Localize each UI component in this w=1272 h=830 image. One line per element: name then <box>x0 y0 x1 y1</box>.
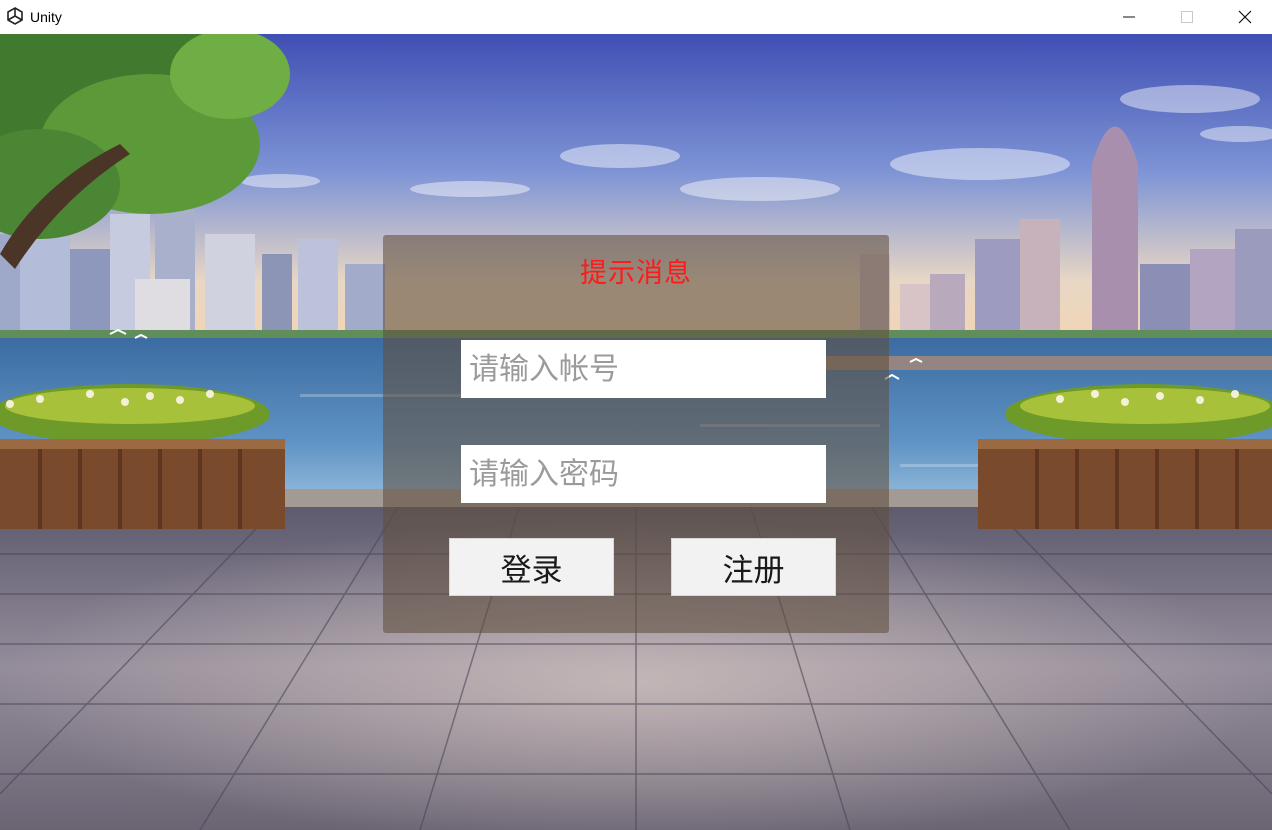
panel-title: 提示消息 <box>580 258 692 289</box>
window-title-bar[interactable]: Unity <box>0 0 1272 34</box>
close-icon <box>1238 10 1252 24</box>
maximize-icon <box>1181 11 1193 23</box>
window-title: Unity <box>30 9 62 25</box>
login-panel: 提示消息 登录 注册 <box>383 235 889 633</box>
minimize-icon <box>1123 16 1135 18</box>
login-button[interactable]: 登录 <box>449 538 614 596</box>
minimize-button[interactable] <box>1100 0 1158 34</box>
game-viewport[interactable]: 提示消息 登录 注册 <box>0 34 1272 830</box>
password-input[interactable] <box>461 445 826 503</box>
register-button[interactable]: 注册 <box>671 538 836 596</box>
account-input[interactable] <box>461 340 826 398</box>
close-button[interactable] <box>1216 0 1272 34</box>
maximize-button[interactable] <box>1158 0 1216 34</box>
unity-logo-icon <box>6 7 24 25</box>
